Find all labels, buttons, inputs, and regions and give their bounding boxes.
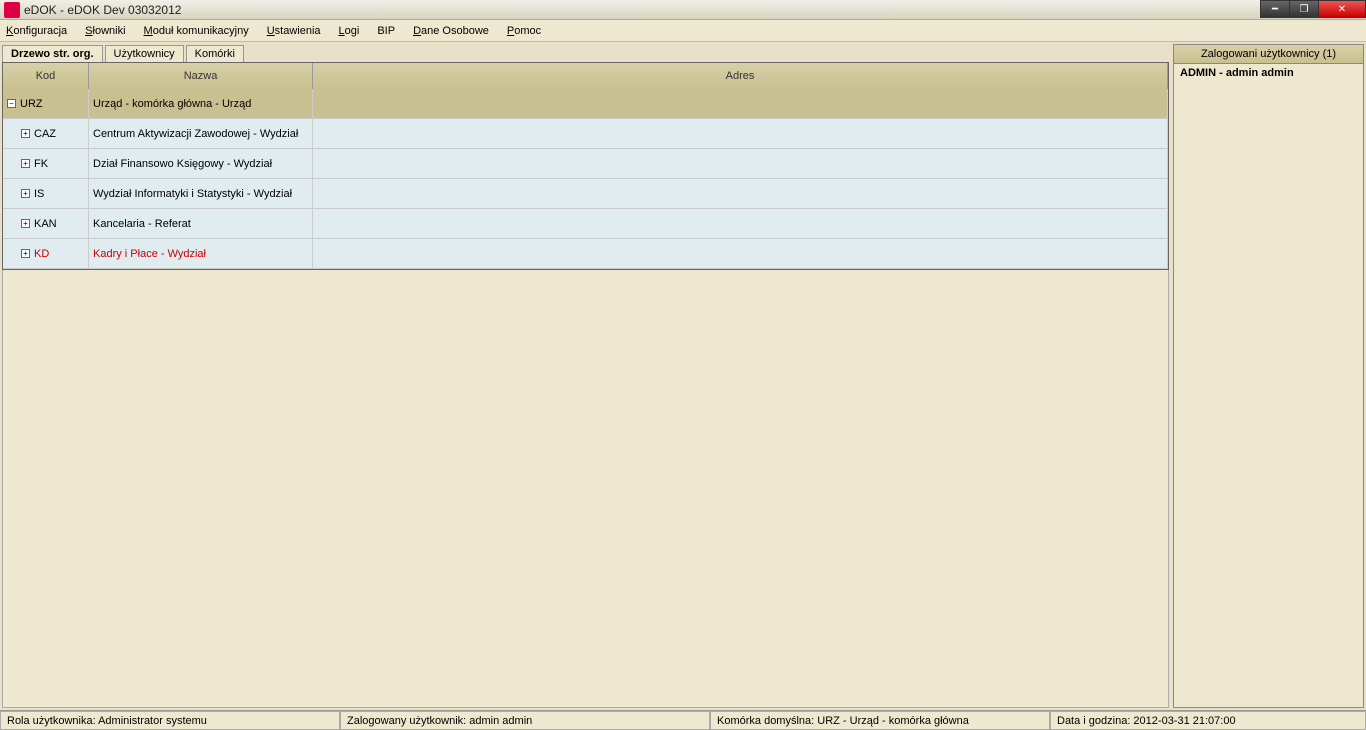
maximize-button[interactable]: ❐ xyxy=(1289,0,1319,18)
status-bar: Rola użytkownika: Administrator systemu … xyxy=(0,710,1366,730)
menu-item-7[interactable]: Pomoc xyxy=(507,25,541,37)
window-titlebar: eDOK - eDOK Dev 03032012 ━ ❐ ✕ xyxy=(0,0,1366,20)
table-row[interactable]: + KD Kadry i Płace - Wydział xyxy=(3,239,1168,269)
tab-0[interactable]: Drzewo str. org. xyxy=(2,45,103,62)
header-adres[interactable]: Adres xyxy=(313,63,1168,89)
cell-nazwa[interactable]: Kadry i Płace - Wydział xyxy=(89,239,313,268)
side-panel-header[interactable]: Zalogowani użytkownicy (1) xyxy=(1173,44,1364,64)
menu-bar: Konfiguracja Słowniki Moduł komunikacyjny U… xyxy=(0,20,1366,42)
menu-item-5[interactable]: BIP xyxy=(377,25,395,37)
status-role: Rola użytkownika: Administrator systemu xyxy=(0,711,340,730)
table-row[interactable]: + IS Wydział Informatyki i Statystyki - Wy… xyxy=(3,179,1168,209)
window-controls: ━ ❐ ✕ xyxy=(1261,0,1366,18)
kod-text: FK xyxy=(34,158,48,170)
kod-text: KAN xyxy=(34,218,57,230)
menu-item-1[interactable]: Słowniki xyxy=(85,25,125,37)
table-row[interactable]: + CAZ Centrum Aktywizacji Zawodowej - Wydz… xyxy=(3,119,1168,149)
kod-text: CAZ xyxy=(34,128,56,140)
header-kod[interactable]: Kod xyxy=(3,63,89,89)
cell-nazwa[interactable]: Wydział Informatyki i Statystyki - Wydzi… xyxy=(89,179,313,208)
grid-header: Kod Nazwa Adres xyxy=(3,63,1168,89)
cell-adres[interactable] xyxy=(313,149,1168,178)
menu-item-0[interactable]: Konfiguracja xyxy=(6,25,67,37)
side-panel: Zalogowani użytkownicy (1) ADMIN - admin… xyxy=(1171,42,1366,710)
kod-text: URZ xyxy=(20,98,43,110)
cell-kod[interactable]: + FK xyxy=(3,149,89,178)
expand-icon[interactable]: + xyxy=(21,219,30,228)
menu-item-4[interactable]: Logi xyxy=(339,25,360,37)
tab-1[interactable]: Użytkownicy xyxy=(105,45,184,62)
cell-kod[interactable]: + CAZ xyxy=(3,119,89,148)
cell-adres[interactable] xyxy=(313,209,1168,238)
menu-item-6[interactable]: Dane Osobowe xyxy=(413,25,489,37)
expand-icon[interactable]: + xyxy=(21,249,30,258)
cell-adres[interactable] xyxy=(313,119,1168,148)
minimize-button[interactable]: ━ xyxy=(1260,0,1290,18)
status-default-unit: Komórka domyślna: URZ - Urząd - komórka … xyxy=(710,711,1050,730)
cell-kod[interactable]: + IS xyxy=(3,179,89,208)
logged-user-item[interactable]: ADMIN - admin admin xyxy=(1180,67,1357,79)
cell-nazwa[interactable]: Centrum Aktywizacji Zawodowej - Wydział xyxy=(89,119,313,148)
side-panel-body: ADMIN - admin admin xyxy=(1173,64,1364,708)
expand-icon[interactable]: + xyxy=(21,129,30,138)
tab-2[interactable]: Komórki xyxy=(186,45,244,62)
cell-nazwa[interactable]: Kancelaria - Referat xyxy=(89,209,313,238)
main-panel: Drzewo str. org.UżytkownicyKomórki Kod N… xyxy=(0,42,1171,710)
collapse-icon[interactable]: − xyxy=(7,99,16,108)
close-button[interactable]: ✕ xyxy=(1318,0,1366,18)
menu-item-3[interactable]: Ustawienia xyxy=(267,25,321,37)
kod-text: KD xyxy=(34,248,49,260)
app-icon xyxy=(4,2,20,18)
cell-kod[interactable]: −URZ xyxy=(3,89,89,118)
window-title: eDOK - eDOK Dev 03032012 xyxy=(24,3,181,17)
expand-icon[interactable]: + xyxy=(21,159,30,168)
cell-kod[interactable]: + KD xyxy=(3,239,89,268)
cell-nazwa[interactable]: Urząd - komórka główna - Urząd xyxy=(89,89,313,118)
table-row[interactable]: −URZUrząd - komórka główna - Urząd xyxy=(3,89,1168,119)
expand-icon[interactable]: + xyxy=(21,189,30,198)
cell-nazwa[interactable]: Dział Finansowo Księgowy - Wydział xyxy=(89,149,313,178)
menu-item-2[interactable]: Moduł komunikacyjny xyxy=(144,25,249,37)
status-logged-user: Zalogowany użytkownik: admin admin xyxy=(340,711,710,730)
content-area: Drzewo str. org.UżytkownicyKomórki Kod N… xyxy=(0,42,1366,710)
org-tree-grid: Kod Nazwa Adres −URZUrząd - komórka głów… xyxy=(2,62,1169,270)
grid-empty-area xyxy=(2,270,1169,708)
cell-adres[interactable] xyxy=(313,179,1168,208)
cell-kod[interactable]: + KAN xyxy=(3,209,89,238)
header-nazwa[interactable]: Nazwa xyxy=(89,63,313,89)
tab-strip: Drzewo str. org.UżytkownicyKomórki xyxy=(2,44,1169,62)
cell-adres[interactable] xyxy=(313,89,1168,118)
table-row[interactable]: + KAN Kancelaria - Referat xyxy=(3,209,1168,239)
kod-text: IS xyxy=(34,188,44,200)
status-datetime: Data i godzina: 2012-03-31 21:07:00 xyxy=(1050,711,1366,730)
table-row[interactable]: + FK Dział Finansowo Księgowy - Wydział xyxy=(3,149,1168,179)
grid-body: −URZUrząd - komórka główna - Urząd+CAZCe… xyxy=(3,89,1168,269)
cell-adres[interactable] xyxy=(313,239,1168,268)
